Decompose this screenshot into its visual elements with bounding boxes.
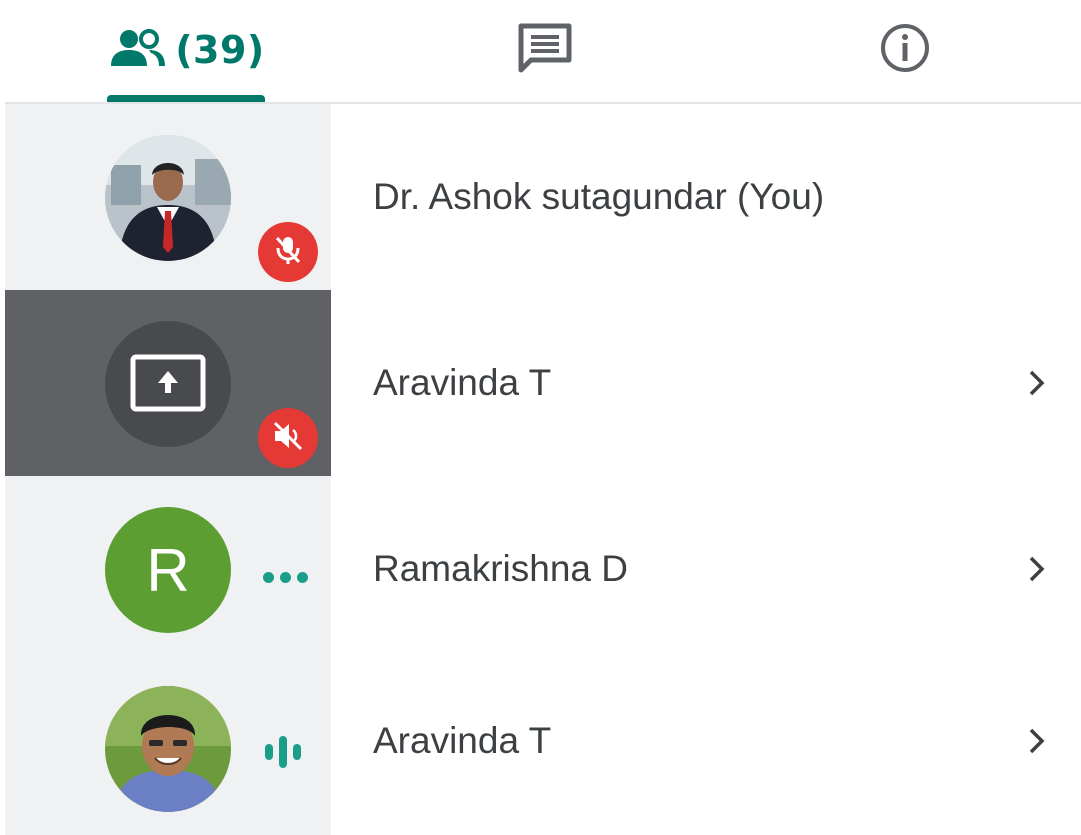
volume-off-icon [270, 418, 306, 458]
participant-row[interactable]: R Ramakrishna D [5, 476, 1081, 662]
participant-name: Aravinda T [373, 362, 552, 403]
tab-people[interactable]: (39) [104, 0, 268, 100]
mic-off-icon [271, 233, 305, 271]
tab-info[interactable] [850, 0, 960, 100]
avatar [105, 135, 231, 261]
avatar: R [105, 507, 231, 633]
avatar [105, 321, 231, 447]
mic-off-badge [258, 222, 318, 282]
volume-off-badge [258, 408, 318, 468]
participant-row[interactable]: Dr. Ashok sutagundar (You) [5, 104, 1081, 290]
tab-chat[interactable] [490, 0, 600, 100]
participant-row[interactable]: Aravinda T [5, 290, 1081, 476]
people-icon [107, 28, 169, 72]
avatar [105, 686, 231, 812]
participant-list: Dr. Ashok sutagundar (You) Aravinda T R … [5, 104, 1081, 835]
chevron-right-icon[interactable] [1027, 654, 1047, 827]
tab-selected-indicator [107, 95, 265, 102]
participant-name: Aravinda T [373, 719, 552, 761]
audio-level-icon [265, 736, 301, 768]
chat-icon [516, 21, 574, 79]
tab-bar: (39) [0, 0, 1081, 104]
chevron-right-icon[interactable] [1027, 290, 1047, 476]
participant-name: Ramakrishna D [373, 548, 628, 589]
chevron-right-icon[interactable] [1027, 476, 1047, 662]
participant-row[interactable]: Aravinda T [5, 662, 1081, 835]
participant-count: (39) [175, 28, 265, 72]
info-icon [879, 22, 931, 78]
participant-name: Dr. Ashok sutagundar (You) [373, 176, 825, 217]
more-dots-icon [263, 572, 308, 583]
